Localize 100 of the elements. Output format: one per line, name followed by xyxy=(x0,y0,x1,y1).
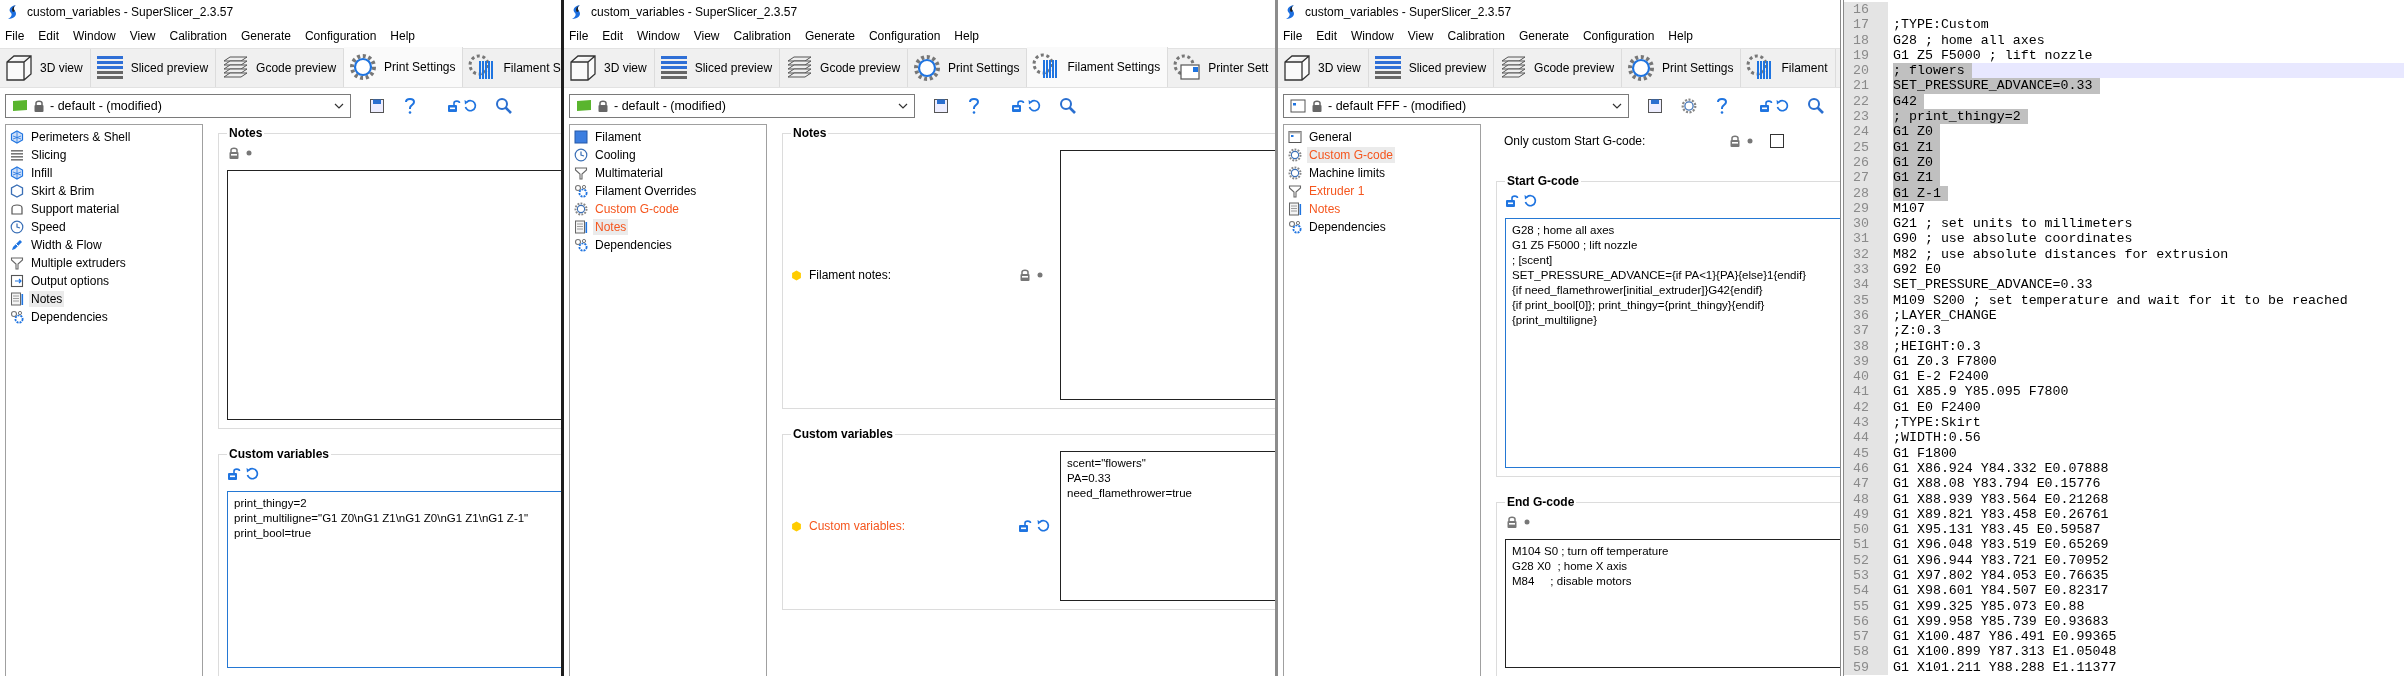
menu-item[interactable]: Configuration xyxy=(1582,29,1655,43)
sidebar-item[interactable]: General xyxy=(1307,129,1354,145)
sidebar-item[interactable]: Width & Flow xyxy=(29,237,104,253)
unlocked-lock-icon[interactable] xyxy=(447,99,461,113)
lock-icon[interactable] xyxy=(1018,268,1032,282)
help-icon[interactable] xyxy=(403,97,417,115)
menu-item[interactable]: View xyxy=(129,29,156,43)
search-icon[interactable] xyxy=(495,97,513,115)
unlocked-lock-icon[interactable] xyxy=(1505,194,1519,208)
sidebar-item[interactable]: Support material xyxy=(29,201,122,217)
menu-item[interactable]: Help xyxy=(954,29,979,43)
menu-item[interactable]: Help xyxy=(390,29,415,43)
menu-item[interactable]: Configuration xyxy=(868,29,941,43)
sidebar-item[interactable]: Multiple extruders xyxy=(29,255,128,271)
save-icon[interactable] xyxy=(1647,98,1663,114)
sidebar-item[interactable]: Speed xyxy=(29,219,68,235)
sidebar-item[interactable]: Notes xyxy=(29,291,65,307)
tab[interactable]: Print Settings xyxy=(344,47,464,87)
menu-item[interactable]: Generate xyxy=(1518,29,1569,43)
text-field[interactable] xyxy=(1060,150,1275,400)
text-field[interactable] xyxy=(227,170,561,420)
undo-icon[interactable] xyxy=(1036,519,1050,533)
preset-dropdown[interactable]: - default - (modified) xyxy=(5,94,351,118)
menu-item[interactable]: File xyxy=(1283,29,1303,43)
menu-item[interactable]: Edit xyxy=(1316,29,1338,43)
undo-icon[interactable] xyxy=(463,99,477,113)
funnel-icon xyxy=(10,256,24,270)
menu-item[interactable]: Window xyxy=(1351,29,1394,43)
code-line: G1 X96.944 Y83.721 E0.70952 xyxy=(1893,552,2109,568)
gear-icon[interactable] xyxy=(1681,98,1697,114)
help-icon[interactable] xyxy=(967,97,981,115)
sidebar-item[interactable]: Infill xyxy=(29,165,55,181)
code-line: ;HEIGHT:0.3 xyxy=(1893,338,1981,354)
save-icon[interactable] xyxy=(369,98,385,114)
undo-icon[interactable] xyxy=(1027,99,1041,113)
sidebar-item[interactable]: Skirt & Brim xyxy=(29,183,97,199)
sidebar-item[interactable]: Output options xyxy=(29,273,112,289)
menu-item[interactable]: View xyxy=(1407,29,1434,43)
export-icon xyxy=(10,274,24,288)
sidebar-item[interactable]: Multimaterial xyxy=(593,165,665,181)
menu-item[interactable]: Calibration xyxy=(1447,29,1505,43)
menu-item[interactable]: Window xyxy=(637,29,680,43)
lock-icon[interactable] xyxy=(1505,515,1519,529)
sidebar-item[interactable]: Dependencies xyxy=(1307,219,1388,235)
code-line: G1 Z0.3 F7800 xyxy=(1893,353,1997,370)
menu-item[interactable]: Help xyxy=(1668,29,1693,43)
code-line: G1 E0 F2400 xyxy=(1893,399,1981,415)
preset-dropdown[interactable]: - default - (modified) xyxy=(569,94,915,118)
undo-icon[interactable] xyxy=(1775,99,1789,113)
undo-icon[interactable] xyxy=(245,467,259,481)
code-line: G1 X101.211 Y88.288 E1.11377 xyxy=(1893,659,2117,676)
menu-item[interactable]: Generate xyxy=(240,29,291,43)
sidebar-item[interactable]: Perimeters & Shell xyxy=(29,129,133,145)
sidebar-item[interactable]: Dependencies xyxy=(593,237,674,253)
menu-item[interactable]: Calibration xyxy=(733,29,791,43)
sidebar-item[interactable]: Filament Overrides xyxy=(593,183,699,199)
lock-icon xyxy=(596,99,610,113)
sidebar-item[interactable]: Filament xyxy=(593,129,643,145)
unlocked-lock-icon[interactable] xyxy=(1759,99,1773,113)
text-field[interactable]: scent="flowers" PA=0.33 need_flamethrower=true xyxy=(1060,451,1275,601)
search-icon[interactable] xyxy=(1807,97,1825,115)
help-icon[interactable] xyxy=(1715,97,1729,115)
text-field[interactable]: M104 S0 ; turn off temperature G28 X0 ; home X axis M84 ; disable motors xyxy=(1505,539,1840,668)
menu-item[interactable]: Calibration xyxy=(169,29,227,43)
tab[interactable]: Filament Settings xyxy=(1027,47,1169,87)
line-number: 17 xyxy=(1844,17,1888,33)
sidebar-item[interactable]: Machine limits xyxy=(1307,165,1388,181)
save-icon[interactable] xyxy=(933,98,949,114)
text-field[interactable]: print_thingy=2 print_multiligne="G1 Z0\nG1 Z1\nG1 Z0\nG1 Z1\nG1 Z-1" print_bool=true xyxy=(227,491,561,668)
preset-dropdown[interactable]: - default FFF - (modified) xyxy=(1283,94,1629,118)
menu-item[interactable]: Edit xyxy=(602,29,624,43)
line-number: 33 xyxy=(1844,262,1888,278)
menu-item[interactable]: View xyxy=(693,29,720,43)
code-line: G1 X85.9 Y85.095 F7800 xyxy=(1893,384,2069,400)
search-icon[interactable] xyxy=(1059,97,1077,115)
sidebar-item[interactable]: Dependencies xyxy=(29,309,110,325)
text-field[interactable]: G28 ; home all axes G1 Z5 F5000 ; lift nozzle ; [scent] SET_PRESSURE_ADVANCE={if PA<1}{PA}{else}1{endif} {if need_flamethrower[initial_extruder]}G42{endif} {if print_bool[0]}; print_thingy={print_thingy}{endif} {print_multiligne} xyxy=(1505,218,1840,468)
checkbox[interactable] xyxy=(1770,134,1784,148)
menu-item[interactable]: File xyxy=(569,29,589,43)
unlocked-lock-icon[interactable] xyxy=(1011,99,1025,113)
sidebar-item[interactable]: Extruder 1 xyxy=(1307,183,1367,199)
lock-icon[interactable] xyxy=(1728,134,1742,148)
lock-icon[interactable] xyxy=(227,146,241,160)
menu-item[interactable]: Generate xyxy=(804,29,855,43)
line-number: 44 xyxy=(1844,430,1888,446)
undo-icon[interactable] xyxy=(1523,194,1537,208)
code-line: G1 X99.958 Y85.739 E0.93683 xyxy=(1893,613,2109,630)
group-title: End G-code xyxy=(1506,495,1576,509)
sidebar-item[interactable]: Cooling xyxy=(593,147,638,163)
dot-icon xyxy=(1523,518,1531,526)
unlocked-lock-icon[interactable] xyxy=(1018,519,1032,533)
menu-item[interactable]: Window xyxy=(73,29,116,43)
group-title: Custom variables xyxy=(228,447,331,461)
menu-item[interactable]: Edit xyxy=(38,29,60,43)
sidebar-item[interactable]: Slicing xyxy=(29,147,69,163)
menu-item[interactable]: File xyxy=(5,29,25,43)
line-number: 51 xyxy=(1844,537,1888,553)
unlocked-lock-icon[interactable] xyxy=(227,467,241,481)
menu-item[interactable]: Configuration xyxy=(304,29,377,43)
printer-icon xyxy=(1172,53,1203,83)
